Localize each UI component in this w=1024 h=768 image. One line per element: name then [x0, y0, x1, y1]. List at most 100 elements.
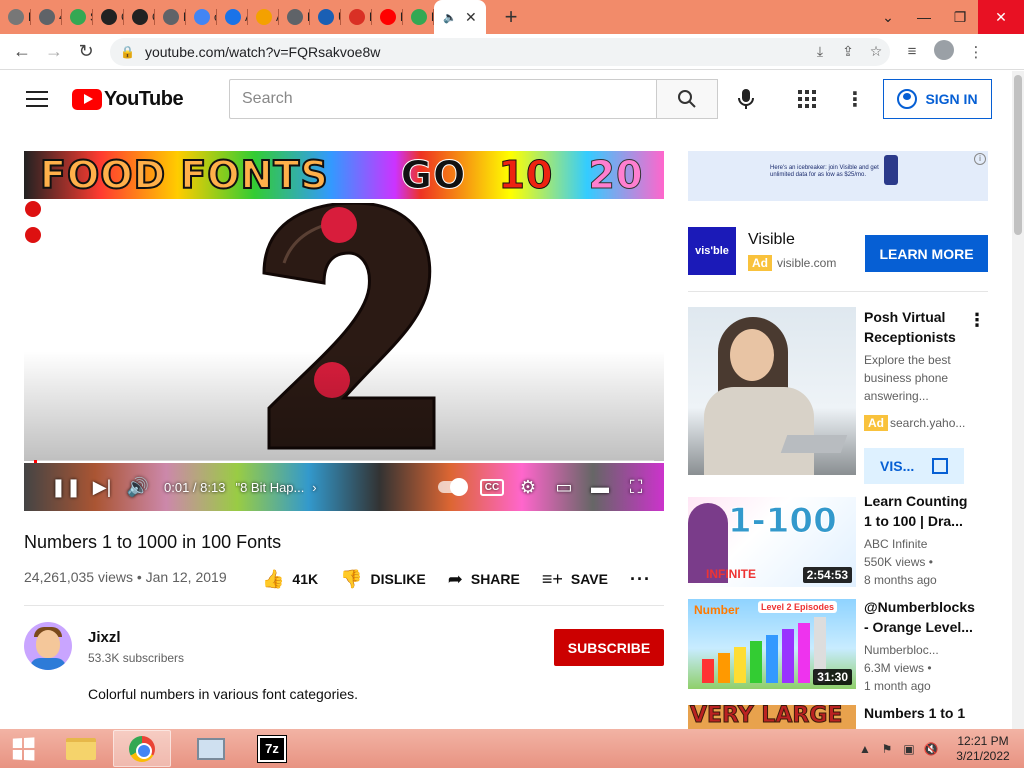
clock[interactable]: 12:21 PM 3/21/2022: [942, 734, 1024, 764]
more-options-icon[interactable]: ⋮: [968, 310, 986, 331]
browser-tab[interactable]: Ol: [124, 0, 155, 34]
browser-tab[interactable]: op: [186, 0, 217, 34]
youtube-logo[interactable]: YouTube: [72, 87, 184, 111]
restore-button[interactable]: ❐: [942, 0, 978, 34]
chrome-taskbar-button[interactable]: [113, 730, 171, 767]
task-manager-button[interactable]: [182, 730, 240, 767]
close-tab-icon[interactable]: ✕: [465, 9, 477, 26]
dislike-button[interactable]: 👎 DISLIKE: [340, 569, 426, 590]
save-button[interactable]: ≡+ SAVE: [542, 569, 608, 590]
forward-button[interactable]: →: [38, 36, 70, 68]
browser-tab[interactable]: Ne: [155, 0, 186, 34]
external-link-icon: [932, 458, 949, 474]
favicon-icon: [256, 9, 272, 25]
network-icon[interactable]: ▣: [898, 742, 920, 756]
minimize-button[interactable]: —: [906, 0, 942, 34]
autoplay-toggle[interactable]: [428, 463, 474, 511]
browser-tab-strip: Dc40ScCcOlNeopApApHeUpBaBeBe 🔈 ✕ + ⌄ — ❐…: [0, 0, 1024, 34]
browser-tab[interactable]: Be: [403, 0, 434, 34]
flag-icon[interactable]: ⚑: [876, 742, 898, 756]
sign-in-button[interactable]: SIGN IN: [883, 79, 992, 119]
video-thumbnail[interactable]: VERY LARGE: [688, 705, 856, 729]
visible-logo: vis'ble: [688, 227, 736, 275]
channel-avatar[interactable]: [24, 622, 72, 670]
7zip-taskbar-button[interactable]: 7z: [243, 730, 301, 767]
channel-name[interactable]: Jixzl: [88, 629, 121, 646]
share-icon[interactable]: ⇪: [834, 43, 862, 60]
pause-icon[interactable]: ❚❚: [48, 463, 84, 511]
active-tab[interactable]: 🔈 ✕: [434, 0, 486, 34]
visit-site-button[interactable]: VIS...: [864, 448, 964, 484]
browser-tab[interactable]: Up: [310, 0, 341, 34]
file-explorer-button[interactable]: [52, 730, 110, 767]
install-app-icon[interactable]: ⤓: [806, 43, 834, 60]
more-actions-icon[interactable]: ···: [630, 569, 651, 590]
related-video-title[interactable]: Numbers 1 to 1: [864, 703, 974, 729]
page-scrollbar[interactable]: [1012, 71, 1024, 729]
video-thumbnail[interactable]: 1-100 INFINITE 2:54:53: [688, 497, 856, 587]
microphone-icon[interactable]: [730, 83, 762, 115]
next-icon[interactable]: ▶|: [84, 463, 120, 511]
search-input[interactable]: Search: [229, 79, 657, 119]
favicon-icon: [194, 9, 210, 25]
media-control-icon[interactable]: ≡: [896, 43, 928, 60]
new-tab-button[interactable]: +: [496, 0, 526, 34]
ad-info-icon[interactable]: i: [974, 153, 986, 165]
browser-tab[interactable]: Ba: [341, 0, 372, 34]
fullscreen-icon[interactable]: ⛶: [618, 463, 654, 511]
settings-gear-icon[interactable]: ⚙: [510, 463, 546, 511]
lock-icon[interactable]: 🔒: [120, 45, 135, 59]
apps-grid-icon[interactable]: [794, 83, 820, 115]
search-button[interactable]: [656, 79, 718, 119]
share-button[interactable]: ➦ SHARE: [448, 569, 520, 590]
browser-tab[interactable]: Be: [372, 0, 403, 34]
theater-mode-icon[interactable]: ▬: [582, 463, 618, 511]
apple-icon: [25, 227, 41, 243]
address-bar[interactable]: 🔒 youtube.com/watch?v=FQRsakvoe8w ⤓ ⇪ ☆: [110, 37, 890, 66]
thumbs-down-icon: 👎: [340, 568, 363, 589]
posh-ad-thumbnail[interactable]: [688, 307, 856, 475]
learn-more-button[interactable]: LEARN MORE: [865, 235, 988, 272]
browser-tab[interactable]: He: [279, 0, 310, 34]
reload-button[interactable]: ↻: [70, 36, 102, 68]
chapter-chevron-icon[interactable]: ›: [304, 463, 324, 511]
video-player[interactable]: FOOD FONTS GO 10 20 ❚❚ ▶| 🔊 0:01 / 8:13 …: [24, 151, 664, 511]
profile-icon[interactable]: [928, 39, 960, 64]
chapter-title[interactable]: "8 Bit Hap...: [235, 463, 304, 511]
related-channel: ABC Infinite: [864, 537, 928, 551]
ad-banner[interactable]: Here's an icebreaker: join Visible and g…: [688, 151, 988, 201]
settings-more-icon[interactable]: ⋮: [840, 83, 870, 115]
chrome-menu-icon[interactable]: ⋮: [960, 43, 992, 61]
browser-tab[interactable]: Ap: [248, 0, 279, 34]
start-button[interactable]: [0, 729, 46, 768]
favicon-icon: [101, 9, 117, 25]
related-video-title[interactable]: Learn Counting 1 to 100 | Dra...: [864, 491, 974, 531]
related-video-title[interactable]: @Numberblocks - Orange Level...: [864, 597, 975, 637]
browser-tab[interactable]: Cc: [93, 0, 124, 34]
like-button[interactable]: 👍 41K: [262, 569, 318, 590]
subscribe-button[interactable]: SUBSCRIBE: [554, 629, 664, 666]
miniplayer-icon[interactable]: ▭: [546, 463, 582, 511]
volume-icon[interactable]: 🔊: [120, 463, 156, 511]
browser-tab[interactable]: Ap: [217, 0, 248, 34]
browser-tab[interactable]: Sc: [62, 0, 93, 34]
video-thumbnail[interactable]: Number Level 2 Episodes 31:30: [688, 599, 856, 689]
tab-search-icon[interactable]: ⌄: [870, 0, 906, 34]
show-hidden-icons-icon[interactable]: ▲: [854, 742, 876, 756]
hamburger-menu-icon[interactable]: [26, 91, 48, 107]
volume-muted-icon[interactable]: 🔇: [920, 742, 942, 756]
browser-tab[interactable]: 40: [31, 0, 62, 34]
video-title: Numbers 1 to 1000 in 100 Fonts: [24, 532, 282, 552]
logo-text: YouTube: [104, 87, 184, 110]
subscriber-count: 53.3K subscribers: [88, 651, 185, 665]
close-window-button[interactable]: ✕: [978, 0, 1024, 34]
thumbnail-subtext: Level 2 Episodes: [758, 601, 838, 613]
scrollbar-thumb[interactable]: [1014, 75, 1022, 235]
back-button[interactable]: ←: [6, 36, 38, 68]
posh-ad-title[interactable]: Posh Virtual Receptionists: [864, 307, 974, 347]
ad-banner-text: Here's an icebreaker: join Visible and g…: [770, 165, 879, 178]
browser-tab[interactable]: Dc: [0, 0, 31, 34]
bookmark-star-icon[interactable]: ☆: [862, 43, 890, 60]
captions-icon[interactable]: CC: [474, 463, 510, 511]
video-duration: 2:54:53: [802, 567, 852, 583]
